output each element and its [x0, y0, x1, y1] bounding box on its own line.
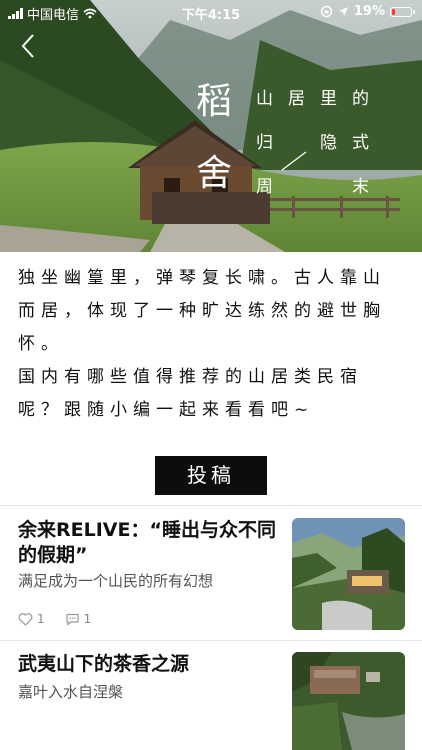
hero-banner: 中国电信 下午4:15 19% 稻 舍 山 居 里 的 归 隐 式 周 末	[0, 0, 422, 252]
article-title[interactable]: 余来RELIVE：“睡出与众不同的假期”	[18, 518, 280, 568]
like-button[interactable]: 1	[18, 612, 45, 626]
hero-poem-large: 稻 舍	[196, 84, 232, 192]
article-subtitle: 满足成为一个山民的所有幻想	[18, 572, 214, 590]
intro-text: 独坐幽篁里，弹琴复长啸。古人靠山而居，体现了一种旷达练然的避世胸怀。 国内有哪些…	[18, 262, 388, 427]
comment-button[interactable]: 1	[65, 612, 92, 626]
poem-large-char: 稻	[196, 81, 233, 122]
poem-char: 山	[256, 89, 273, 109]
comment-count: 1	[83, 612, 92, 626]
tea-house-aerial-image	[292, 652, 405, 750]
poem-char: 周	[256, 177, 273, 197]
house-in-valley-image	[292, 518, 405, 630]
article-title[interactable]: 武夷山下的茶香之源	[18, 652, 280, 677]
article-subtitle: 嘉叶入水自涅槃	[18, 683, 124, 701]
status-bar: 中国电信 下午4:15 19%	[0, 0, 422, 24]
poem-char: 隐	[320, 133, 337, 153]
article-thumbnail[interactable]	[292, 652, 405, 750]
battery-icon	[390, 6, 415, 17]
back-arrow-icon[interactable]	[18, 32, 40, 60]
poem-char: 居	[288, 89, 305, 109]
poem-char: 末	[352, 177, 369, 197]
submit-post-button[interactable]: 投稿	[155, 456, 267, 495]
poem-char: 里	[320, 89, 337, 109]
article-card[interactable]: 武夷山下的茶香之源 嘉叶入水自涅槃	[0, 652, 422, 750]
poem-char: 式	[352, 133, 369, 153]
poem-large-char: 舍	[196, 153, 233, 194]
article-card[interactable]: 余来RELIVE：“睡出与众不同的假期” 满足成为一个山民的所有幻想 1 1	[0, 518, 422, 638]
like-count: 1	[37, 612, 45, 626]
divider	[0, 505, 422, 506]
rotation-lock-icon	[320, 5, 333, 18]
article-thumbnail[interactable]	[292, 518, 405, 630]
battery-percent: 19%	[353, 4, 385, 19]
intro-paragraph-1: 独坐幽篁里，弹琴复长啸。古人靠山而居，体现了一种旷达练然的避世胸怀。	[18, 268, 386, 354]
poem-char: 的	[352, 89, 369, 109]
location-arrow-icon	[338, 7, 348, 16]
comment-bubble-icon	[66, 613, 79, 626]
heart-icon	[18, 612, 33, 626]
divider	[0, 640, 422, 641]
article-stats: 1 1	[18, 612, 91, 626]
poem-char: 归	[256, 133, 273, 153]
intro-paragraph-2: 国内有哪些值得推荐的山居类民宿呢？跟随小编一起来看看吧~	[18, 367, 363, 420]
